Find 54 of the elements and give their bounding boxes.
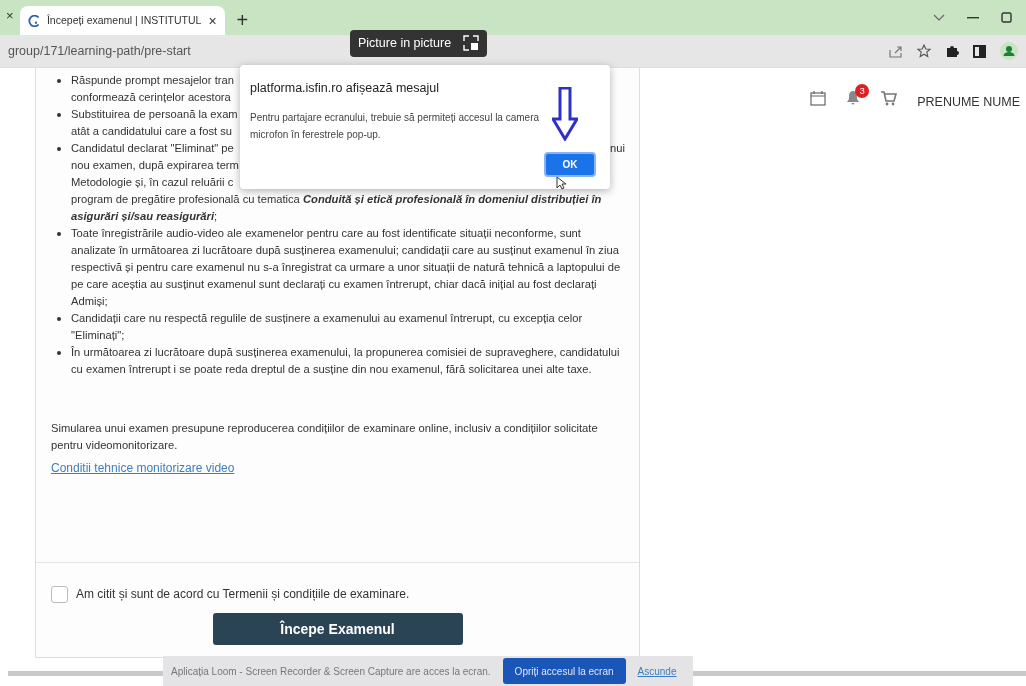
dialog-message: microfon în ferestrele pop-up. (250, 127, 382, 142)
puzzle-icon[interactable] (945, 44, 959, 58)
body-text: conformează cerințelor acestora (71, 90, 231, 105)
user-name[interactable]: PRENUME NUME (917, 93, 1020, 112)
body-text: Metodologie și, în cazul reluării c (71, 175, 234, 190)
profile-icon[interactable] (1000, 42, 1018, 60)
list-item: În următoarea zi lucrătoare după susținerea examenului, la propunerea comisiei de supraveghere, candidatului cu examen întrerupt i se poate reda dreptul de a susține din nou examenul, fără solicitarea unei alte taxe. (71, 345, 621, 377)
body-text: Candidatul declarat "Eliminat" pe (71, 141, 234, 156)
list-item: Toate înregistrările audio-video ale examenelor pentru care au fost identificate situații neconforme, sunt analizate în următoarea zi lucrătoare după susținerea examenului; candidații care au susținut examenul în ziua respectivă și pentru care examenul nu s-a înregistrat ca urmare a unor situații de natură tehnică a laptopului de pe care aceștia au susținut examenul sunt declarați cu examen întrerupt, chiar dacă inițial au fost declarați Admiși; (71, 226, 622, 309)
stop-sharing-button[interactable]: Opriți accesul la ecran (502, 658, 626, 684)
bullet-icon (57, 351, 61, 355)
cart-icon[interactable] (880, 90, 898, 106)
down-arrow-icon (552, 87, 578, 141)
start-exam-button[interactable]: Începe Examenul (212, 613, 463, 645)
hide-link[interactable]: Ascunde (637, 663, 677, 679)
share-icon[interactable] (889, 44, 903, 58)
technical-conditions-link[interactable]: Conditii tehnice monitorizare video (51, 461, 235, 475)
bullet-icon (57, 147, 61, 151)
picture-in-picture-icon (463, 35, 480, 52)
tab-close-button[interactable]: × (4, 5, 20, 35)
list-item: Candidații care nu respectă regulile de susținere a examenului au examenul întrerupt, cu excepția celor "Eliminați"; (71, 311, 584, 343)
bell-icon[interactable] (846, 90, 861, 106)
bullet-icon (57, 79, 61, 83)
address-field[interactable]: group/171/learning-path/pre-start (8, 41, 191, 61)
star-icon[interactable] (917, 44, 931, 58)
side-panel-icon[interactable] (973, 44, 986, 58)
notification-badge: 3 (855, 84, 870, 98)
agreement-checkbox[interactable] (51, 585, 68, 603)
ok-button[interactable]: OK (544, 152, 596, 177)
tab-title: Începeți examenul | INSTITUTUL (46, 12, 202, 28)
body-text: Răspunde prompt mesajelor tran (71, 73, 234, 88)
bullet-icon (57, 232, 61, 236)
browser-tab[interactable]: Începeți examenul | INSTITUTUL × (19, 6, 225, 35)
body-text: program de pregătire profesională cu tematica Conduită și etică profesională în domeniul distribuției în (71, 192, 602, 207)
calendar-icon[interactable] (810, 90, 827, 106)
body-text: asigurări și/sau reasigurări; (71, 209, 218, 224)
dialog-message: Pentru partajare ecranului, trebuie să permiteți accesul la camera (250, 110, 541, 125)
body-text: nui (610, 141, 625, 156)
body-text: atât a candidatului care a fost su (71, 124, 233, 139)
agreement-label: Am citit și sunt de acord cu Termenii și condițiile de examinare. (76, 586, 410, 603)
body-text: nou examen, după expirarea term (71, 158, 239, 173)
chevron-down-icon[interactable] (933, 13, 945, 22)
bullet-icon (57, 317, 61, 321)
paragraph: Simularea unui examen presupune reproducerea condițiilor de examinare online, inclusiv a condițiilor solicitate pentru videomonitorizare. (51, 421, 599, 453)
site-logo-icon (27, 14, 40, 27)
body-text: Substituirea de persoană la exam (71, 107, 238, 122)
minimize-icon[interactable] (967, 16, 979, 19)
maximize-icon[interactable] (1001, 12, 1012, 23)
new-tab-button[interactable]: + (224, 10, 259, 35)
tab-close-button[interactable]: × (208, 13, 217, 28)
screen-share-message: Aplicația Loom - Screen Recorder & Screen Capture are acces la ecran. (171, 664, 491, 679)
dialog-title: platforma.isfin.ro afișează mesajul (250, 80, 440, 97)
tooltip-text: Picture in picture (358, 35, 452, 52)
bullet-icon (57, 113, 61, 117)
